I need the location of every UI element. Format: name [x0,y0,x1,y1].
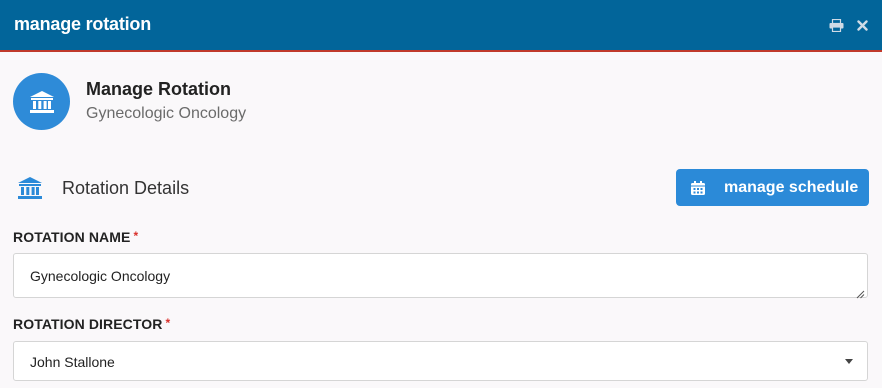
window-title: manage rotation [14,14,152,34]
print-icon[interactable] [828,17,844,33]
institution-icon [13,73,70,130]
required-mark: * [165,316,171,330]
rotation-director-label-text: ROTATION DIRECTOR [13,316,163,332]
rotation-header: Manage Rotation Gynecologic Oncology [13,73,873,133]
rotation-director-select[interactable]: John Stallone [13,341,868,381]
section-title: Rotation Details [62,178,190,198]
title-bar: manage rotation [0,0,882,52]
chevron-down-icon [845,359,853,364]
manage-schedule-button[interactable]: manage schedule [676,169,869,206]
rotation-director-value: John Stallone [30,354,115,370]
page-title: Manage Rotation [86,79,232,99]
rotation-name-value: Gynecologic Oncology [30,268,171,284]
rotation-name-label: ROTATION NAME * [13,229,138,245]
calendar-icon [690,180,706,196]
resize-handle[interactable] [856,286,865,299]
manage-schedule-label: manage schedule [724,178,859,196]
institution-icon [16,176,44,205]
title-bar-tools [828,17,870,33]
close-icon[interactable] [854,17,870,33]
rotation-name-label-text: ROTATION NAME [13,229,131,245]
page-subtitle: Gynecologic Oncology [86,105,247,122]
rotation-director-label: ROTATION DIRECTOR * [13,316,170,332]
rotation-name-field[interactable]: Gynecologic Oncology [13,253,868,299]
required-mark: * [133,229,139,243]
